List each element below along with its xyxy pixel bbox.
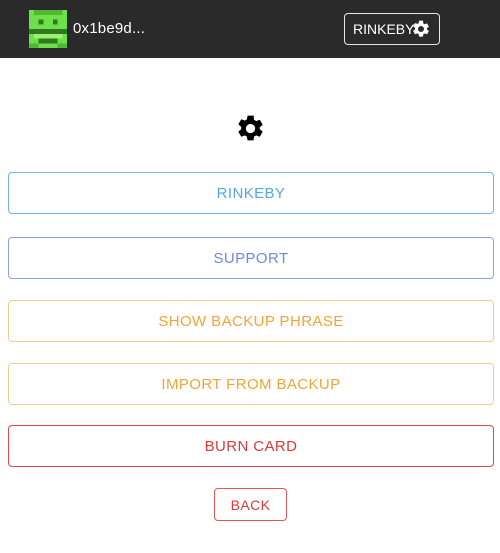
support-button[interactable]: SUPPORT bbox=[8, 237, 494, 279]
burn-card-button[interactable]: BURN CARD bbox=[8, 425, 494, 467]
settings-gear-icon bbox=[238, 115, 263, 141]
network-settings-button[interactable]: RINKEBY bbox=[344, 13, 440, 45]
network-label: RINKEBY bbox=[353, 21, 415, 37]
top-bar: 0x1be9d... RINKEBY bbox=[0, 0, 500, 58]
account-address: 0x1be9d... bbox=[73, 20, 146, 37]
show-backup-phrase-button[interactable]: SHOW BACKUP PHRASE bbox=[8, 300, 494, 342]
back-button[interactable]: BACK bbox=[214, 488, 287, 521]
import-from-backup-button[interactable]: IMPORT FROM BACKUP bbox=[8, 363, 494, 405]
network-button[interactable]: RINKEBY bbox=[8, 172, 494, 214]
gear-icon bbox=[413, 20, 429, 37]
avatar-identicon-icon[interactable] bbox=[29, 10, 67, 48]
